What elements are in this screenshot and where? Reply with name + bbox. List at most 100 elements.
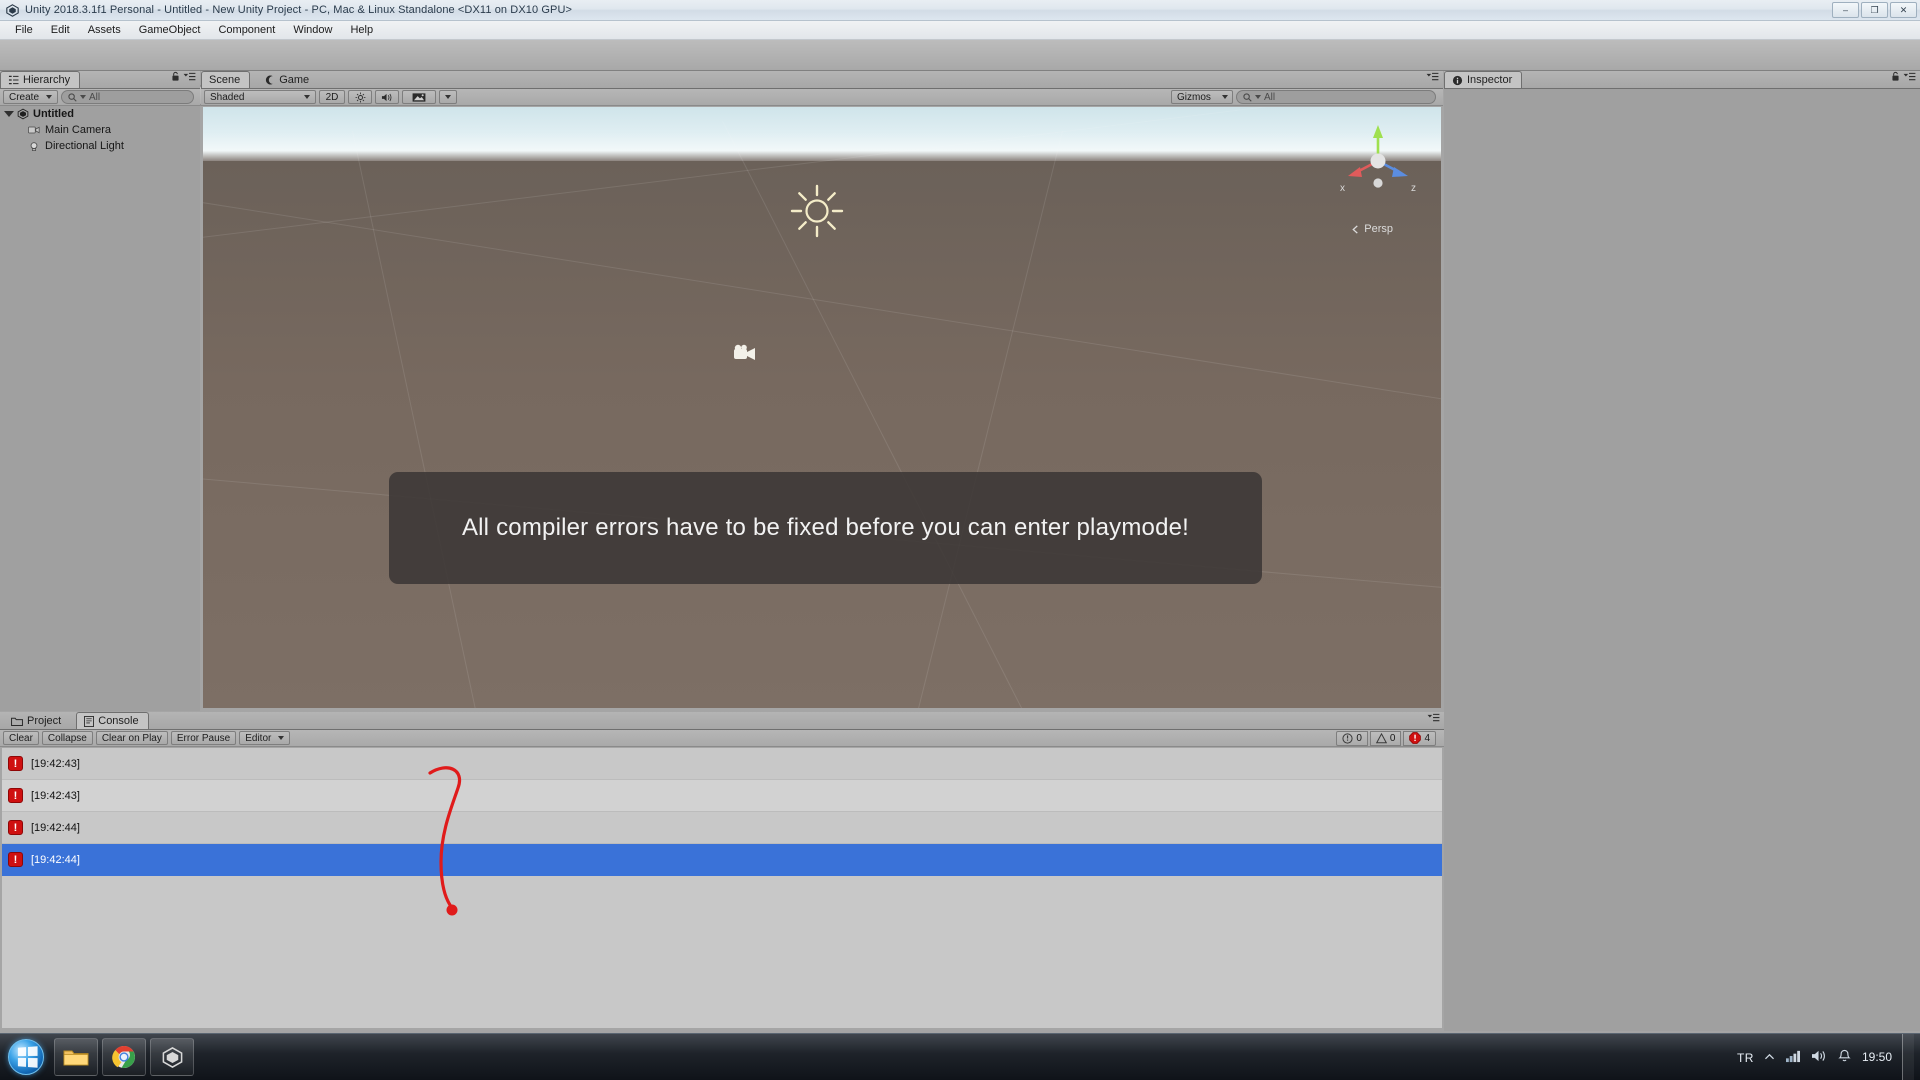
error-icon: ! <box>8 852 23 867</box>
scene-search-input[interactable]: All <box>1236 90 1436 104</box>
tab-inspector-label: Inspector <box>1467 74 1513 86</box>
table-row[interactable]: ! [19:42:44] <box>2 844 1442 876</box>
table-row[interactable]: ! [19:42:44] <box>2 812 1442 844</box>
menu-assets[interactable]: Assets <box>79 22 130 38</box>
hierarchy-icon <box>8 75 19 85</box>
tab-project[interactable]: Project <box>4 712 70 729</box>
scene-sky <box>203 107 1441 163</box>
chevron-down-icon <box>278 736 285 740</box>
hierarchy-search-input[interactable]: All <box>61 90 194 104</box>
table-row[interactable]: ! [19:42:43] <box>2 780 1442 812</box>
input-language-indicator[interactable]: TR <box>1737 1051 1754 1065</box>
main-camera-gizmo[interactable] <box>733 344 759 367</box>
clear-on-play-button[interactable]: Clear on Play <box>95 731 168 745</box>
search-icon <box>68 92 77 102</box>
tab-game-label: Game <box>279 73 310 86</box>
hierarchy-scene-root[interactable]: Untitled <box>0 106 200 122</box>
scene-lighting-button[interactable] <box>348 90 372 104</box>
tab-console[interactable]: Console <box>76 712 149 729</box>
info-icon <box>1342 732 1353 744</box>
expand-triangle-icon[interactable] <box>4 111 14 117</box>
volume-icon[interactable] <box>1811 1049 1827 1066</box>
create-button[interactable]: Create <box>3 90 59 104</box>
inspector-tabrow: Inspector <box>1444 71 1920 89</box>
network-icon[interactable] <box>1785 1049 1801 1066</box>
tab-inspector[interactable]: Inspector <box>1444 71 1523 88</box>
error-counter[interactable]: 4 <box>1403 730 1436 746</box>
lock-icon[interactable] <box>171 71 180 85</box>
error-icon: ! <box>8 788 23 803</box>
console-panel: Project Console Clear Collapse Clear on … <box>0 712 1444 1031</box>
compiler-error-dialog: All compiler errors have to be fixed bef… <box>389 472 1262 584</box>
start-button[interactable] <box>2 1036 50 1078</box>
panel-menu-icon[interactable] <box>183 72 196 85</box>
window-title: Unity 2018.3.1f1 Personal - Untitled - N… <box>25 4 573 16</box>
scene-viewport[interactable]: x z Persp All compiler errors have to be… <box>203 107 1441 708</box>
menu-gameobject[interactable]: GameObject <box>130 22 210 38</box>
table-row[interactable]: ! [19:42:43] <box>2 748 1442 780</box>
toggle-2d-button[interactable]: 2D <box>319 90 345 104</box>
close-button[interactable]: ✕ <box>1890 2 1917 18</box>
window-controls: – ❐ ✕ <box>1832 2 1917 18</box>
create-label: Create <box>9 91 40 103</box>
collapse-label: Collapse <box>47 732 87 744</box>
menu-help[interactable]: Help <box>341 22 382 38</box>
chevron-down-icon <box>445 95 451 99</box>
panel-menu-icon[interactable] <box>1426 72 1439 85</box>
hierarchy-item-directional-light[interactable]: Directional Light <box>0 138 200 154</box>
lighting-icon <box>355 92 365 102</box>
show-desktop-button[interactable] <box>1902 1034 1914 1080</box>
info-counter[interactable]: 0 <box>1336 730 1368 746</box>
warning-counter[interactable]: 0 <box>1369 730 1402 746</box>
action-center-icon[interactable] <box>1837 1049 1852 1066</box>
scene-perspective-label[interactable]: Persp <box>1351 223 1393 235</box>
scene-axis-gizmo[interactable]: x z <box>1335 119 1421 200</box>
error-pause-button[interactable]: Error Pause <box>170 731 237 745</box>
system-tray: TR 19:50 <box>1737 1034 1920 1080</box>
menu-bar: File Edit Assets GameObject Component Wi… <box>0 21 1920 40</box>
hierarchy-tree: Untitled Main Camera Directional Light <box>0 106 200 711</box>
clear-label: Clear <box>9 732 33 744</box>
svg-text:x: x <box>1340 183 1345 194</box>
directional-light-gizmo[interactable] <box>788 182 846 243</box>
taskbar-unity-button[interactable] <box>150 1038 194 1076</box>
console-log-list[interactable]: ! [19:42:43] ! [19:42:43] ! [19:42:44] !… <box>2 748 1442 1028</box>
taskbar-clock[interactable]: 19:50 <box>1861 1049 1892 1065</box>
inspector-content <box>1444 90 1920 1031</box>
panel-menu-icon[interactable] <box>1427 713 1440 726</box>
scene-fx-dropdown[interactable] <box>402 90 436 104</box>
clock-time: 19:50 <box>1861 1049 1892 1064</box>
window-titlebar: Unity 2018.3.1f1 Personal - Untitled - N… <box>0 0 1920 21</box>
hierarchy-tabrow: Hierarchy <box>0 71 200 89</box>
tab-hierarchy[interactable]: Hierarchy <box>0 71 81 88</box>
menu-component[interactable]: Component <box>209 22 284 38</box>
editor-dropdown[interactable]: Editor <box>239 731 291 745</box>
panel-menu-icon[interactable] <box>1903 72 1916 85</box>
unity-editor-window: Unity 2018.3.1f1 Personal - Untitled - N… <box>0 0 1920 1080</box>
menu-edit[interactable]: Edit <box>42 22 79 38</box>
error-pause-label: Error Pause <box>176 732 231 744</box>
log-timestamp: [19:42:44] <box>31 821 80 834</box>
taskbar-explorer-button[interactable] <box>54 1038 98 1076</box>
collapse-button[interactable]: Collapse <box>41 731 93 745</box>
unity-toolbar: Center Global Account <box>0 40 1920 106</box>
scene-fx-caret-button[interactable] <box>439 90 457 104</box>
taskbar-chrome-button[interactable] <box>102 1038 146 1076</box>
error-icon: ! <box>8 820 23 835</box>
lock-icon[interactable] <box>1891 71 1900 85</box>
draw-mode-dropdown[interactable]: Shaded <box>204 90 316 104</box>
log-timestamp: [19:42:43] <box>31 757 80 770</box>
hierarchy-item-main-camera[interactable]: Main Camera <box>0 122 200 138</box>
tab-scene[interactable]: Scene <box>201 71 251 88</box>
tray-expand-icon[interactable] <box>1764 1051 1775 1065</box>
menu-file[interactable]: File <box>6 22 42 38</box>
menu-window[interactable]: Window <box>284 22 341 38</box>
hierarchy-panel-icons <box>171 71 196 85</box>
scene-audio-button[interactable] <box>375 90 399 104</box>
game-icon <box>266 74 273 85</box>
maximize-button[interactable]: ❐ <box>1861 2 1888 18</box>
gizmos-dropdown[interactable]: Gizmos <box>1171 90 1233 104</box>
minimize-button[interactable]: – <box>1832 2 1859 18</box>
tab-game[interactable]: Game <box>258 71 318 88</box>
clear-button[interactable]: Clear <box>3 731 39 745</box>
